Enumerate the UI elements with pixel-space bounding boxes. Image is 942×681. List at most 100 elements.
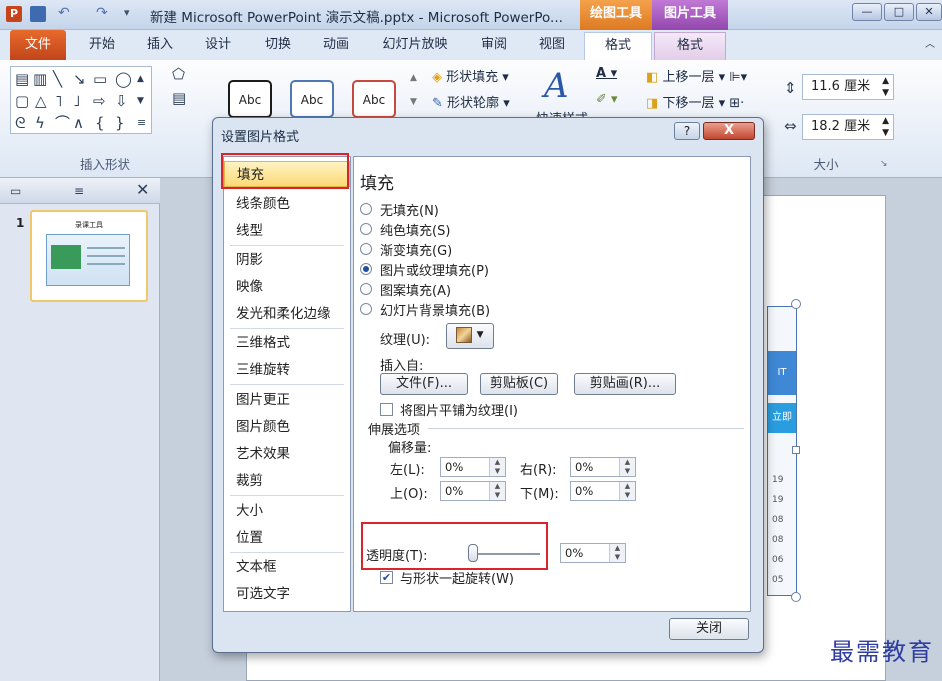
- text-box-icon[interactable]: ▤: [172, 90, 186, 106]
- close-window-button[interactable]: ✕: [916, 3, 942, 21]
- scribble-shape-icon[interactable]: ϟ: [35, 115, 45, 131]
- shape-width-input[interactable]: 18.2 厘米 ▲ ▼: [802, 114, 894, 140]
- resize-handle[interactable]: [791, 299, 801, 309]
- style-gallery-down-icon[interactable]: ▼: [410, 94, 417, 110]
- tab-animations[interactable]: 动画: [312, 30, 360, 60]
- tab-slideshow[interactable]: 幻灯片放映: [370, 30, 460, 60]
- slides-tab-icon[interactable]: ▭: [10, 183, 21, 199]
- arc-shape-icon[interactable]: ⌒: [55, 115, 70, 131]
- edit-shape-icon[interactable]: ⬠: [172, 66, 185, 82]
- curve-shape-icon[interactable]: ∧: [73, 115, 84, 131]
- category-alt-text[interactable]: 可选文字: [224, 581, 350, 607]
- text-outline-icon[interactable]: ✐ ▾: [596, 92, 618, 107]
- tile-picture-label[interactable]: 将图片平铺为纹理(I): [400, 400, 518, 419]
- maximize-button[interactable]: □: [884, 3, 914, 21]
- shapes-gallery[interactable]: ▤ ▥ ╲ ↘ ▭ ◯ ▢ △ ˥ ˩ ⇨ ⇩ ᘓ ϟ ⌒ ∧ { } ▲ ▼ …: [10, 66, 152, 134]
- insert-from-clipboard-button[interactable]: 剪贴板(C): [480, 373, 558, 395]
- category-crop[interactable]: 裁剪: [224, 468, 350, 494]
- tab-format-picture[interactable]: 格式: [654, 32, 726, 60]
- category-reflection[interactable]: 映像: [224, 274, 350, 300]
- offset-top-spinner-icon[interactable]: ▲ ▼: [489, 482, 505, 500]
- category-artistic-effects[interactable]: 艺术效果: [224, 441, 350, 467]
- tab-design[interactable]: 设计: [194, 30, 242, 60]
- customize-qat-icon[interactable]: ▾: [124, 6, 140, 22]
- left-brace-shape-icon[interactable]: {: [95, 115, 105, 131]
- picture-texture-fill-label[interactable]: 图片或纹理填充(P): [380, 260, 489, 279]
- oval-shape-icon[interactable]: ◯: [115, 71, 132, 87]
- vtextbox-shape-icon[interactable]: ▥: [33, 71, 47, 87]
- no-fill-label[interactable]: 无填充(N): [380, 200, 439, 219]
- category-position[interactable]: 位置: [224, 525, 350, 551]
- gallery-down-icon[interactable]: ▼: [137, 93, 144, 109]
- picture-texture-fill-radio[interactable]: [360, 263, 372, 275]
- shape-height-input[interactable]: 11.6 厘米 ▲ ▼: [802, 74, 894, 100]
- connector-shape-icon[interactable]: ˥: [55, 93, 62, 109]
- rotate-with-shape-checkbox[interactable]: ✔: [380, 571, 393, 584]
- right-brace-shape-icon[interactable]: }: [115, 115, 125, 131]
- rectangle-shape-icon[interactable]: ▭: [93, 71, 107, 87]
- category-glow-soft-edges[interactable]: 发光和柔化边缘: [224, 301, 350, 327]
- category-line-style[interactable]: 线型: [224, 218, 350, 244]
- size-dialog-launcher-icon[interactable]: ↘: [880, 156, 888, 172]
- freeform-shape-icon[interactable]: ᘓ: [15, 115, 26, 131]
- category-3d-rotation[interactable]: 三维旋转: [224, 357, 350, 383]
- shape-fill-button[interactable]: ◈ 形状填充 ▾: [432, 66, 509, 85]
- category-picture-corrections[interactable]: 图片更正: [224, 387, 350, 413]
- category-3d-format[interactable]: 三维格式: [224, 330, 350, 356]
- offset-right-input[interactable]: 0% ▲ ▼: [570, 457, 636, 477]
- slide-background-fill-radio[interactable]: [360, 303, 372, 315]
- category-picture-color[interactable]: 图片颜色: [224, 414, 350, 440]
- category-text-box[interactable]: 文本框: [224, 554, 350, 580]
- resize-handle[interactable]: [791, 592, 801, 602]
- text-fill-icon[interactable]: A ▾: [596, 66, 617, 81]
- down-arrow-shape-icon[interactable]: ⇩: [115, 93, 128, 109]
- insert-clipart-button[interactable]: 剪贴画(R)...: [574, 373, 676, 395]
- tab-home[interactable]: 开始: [78, 30, 126, 60]
- tab-file[interactable]: 文件: [10, 30, 66, 60]
- category-size[interactable]: 大小: [224, 498, 350, 524]
- texture-dropdown[interactable]: ▼: [446, 323, 494, 349]
- save-icon[interactable]: [30, 6, 46, 22]
- category-line-color[interactable]: 线条颜色: [224, 191, 350, 217]
- no-fill-radio[interactable]: [360, 203, 372, 215]
- powerpoint-app-icon[interactable]: P: [6, 6, 22, 22]
- rotate-with-shape-label[interactable]: 与形状一起旋转(W): [400, 568, 514, 587]
- offset-left-spinner-icon[interactable]: ▲ ▼: [489, 458, 505, 476]
- insert-from-file-button[interactable]: 文件(F)...: [380, 373, 468, 395]
- minimize-button[interactable]: —: [852, 3, 882, 21]
- gallery-up-icon[interactable]: ▲: [137, 71, 144, 87]
- tab-format-drawing[interactable]: 格式: [584, 32, 652, 60]
- tab-view[interactable]: 视图: [528, 30, 576, 60]
- send-backward-button[interactable]: ◨ 下移一层 ▾ ⊞·: [646, 92, 744, 111]
- pattern-fill-label[interactable]: 图案填充(A): [380, 280, 451, 299]
- category-shadow[interactable]: 阴影: [224, 247, 350, 273]
- tile-picture-checkbox[interactable]: [380, 403, 393, 416]
- style-preset-black[interactable]: Abc: [228, 80, 272, 118]
- offset-bottom-spinner-icon[interactable]: ▲ ▼: [619, 482, 635, 500]
- style-preset-blue[interactable]: Abc: [290, 80, 334, 118]
- offset-right-spinner-icon[interactable]: ▲ ▼: [619, 458, 635, 476]
- tab-review[interactable]: 审阅: [470, 30, 518, 60]
- triangle-shape-icon[interactable]: △: [35, 93, 47, 109]
- collapse-ribbon-icon[interactable]: ︿: [920, 30, 940, 60]
- undo-icon[interactable]: ↶: [58, 6, 74, 22]
- dialog-close-button[interactable]: X: [703, 122, 755, 140]
- tab-insert[interactable]: 插入: [136, 30, 184, 60]
- style-preset-red[interactable]: Abc: [352, 80, 396, 118]
- right-arrow-shape-icon[interactable]: ⇨: [93, 93, 106, 109]
- arrow-line-shape-icon[interactable]: ↘: [73, 71, 86, 87]
- outline-tab-icon[interactable]: ≡: [74, 183, 84, 199]
- tab-transitions[interactable]: 切换: [254, 30, 302, 60]
- textbox-shape-icon[interactable]: ▤: [15, 71, 29, 87]
- slide-background-fill-label[interactable]: 幻灯片背景填充(B): [380, 300, 490, 319]
- offset-top-input[interactable]: 0% ▲ ▼: [440, 481, 506, 501]
- shape-outline-button[interactable]: ✎ 形状轮廓 ▾: [432, 92, 510, 111]
- transparency-input[interactable]: 0% ▲ ▼: [560, 543, 626, 563]
- gradient-fill-radio[interactable]: [360, 243, 372, 255]
- close-button[interactable]: 关闭: [669, 618, 749, 640]
- line-shape-icon[interactable]: ╲: [53, 71, 62, 87]
- elbow-shape-icon[interactable]: ˩: [73, 93, 80, 109]
- width-spinner-icon[interactable]: ▲ ▼: [882, 115, 889, 139]
- transparency-spinner-icon[interactable]: ▲ ▼: [609, 544, 625, 562]
- bring-forward-button[interactable]: ◧ 上移一层 ▾ ⊫▾: [646, 66, 747, 85]
